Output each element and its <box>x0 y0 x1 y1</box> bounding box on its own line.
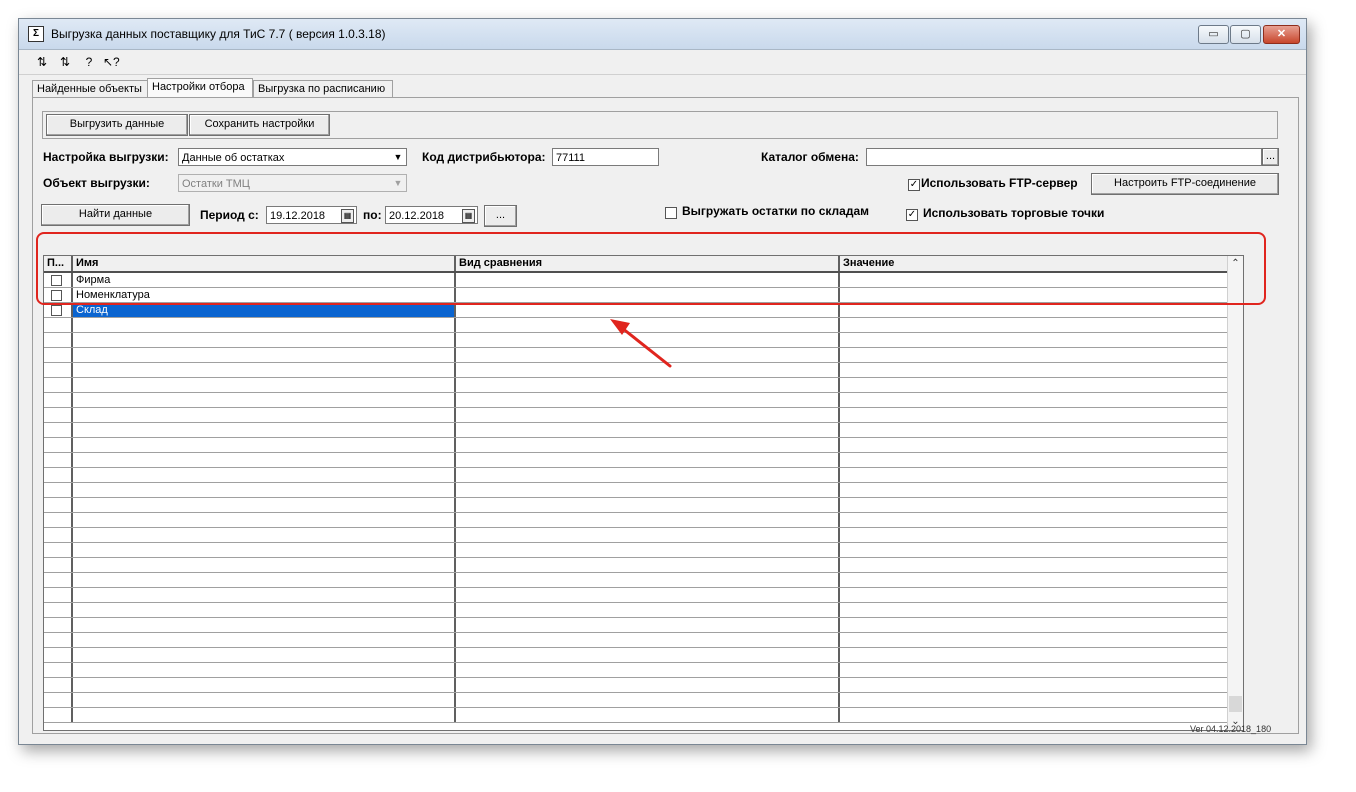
annotation-arrow-icon <box>610 319 672 368</box>
